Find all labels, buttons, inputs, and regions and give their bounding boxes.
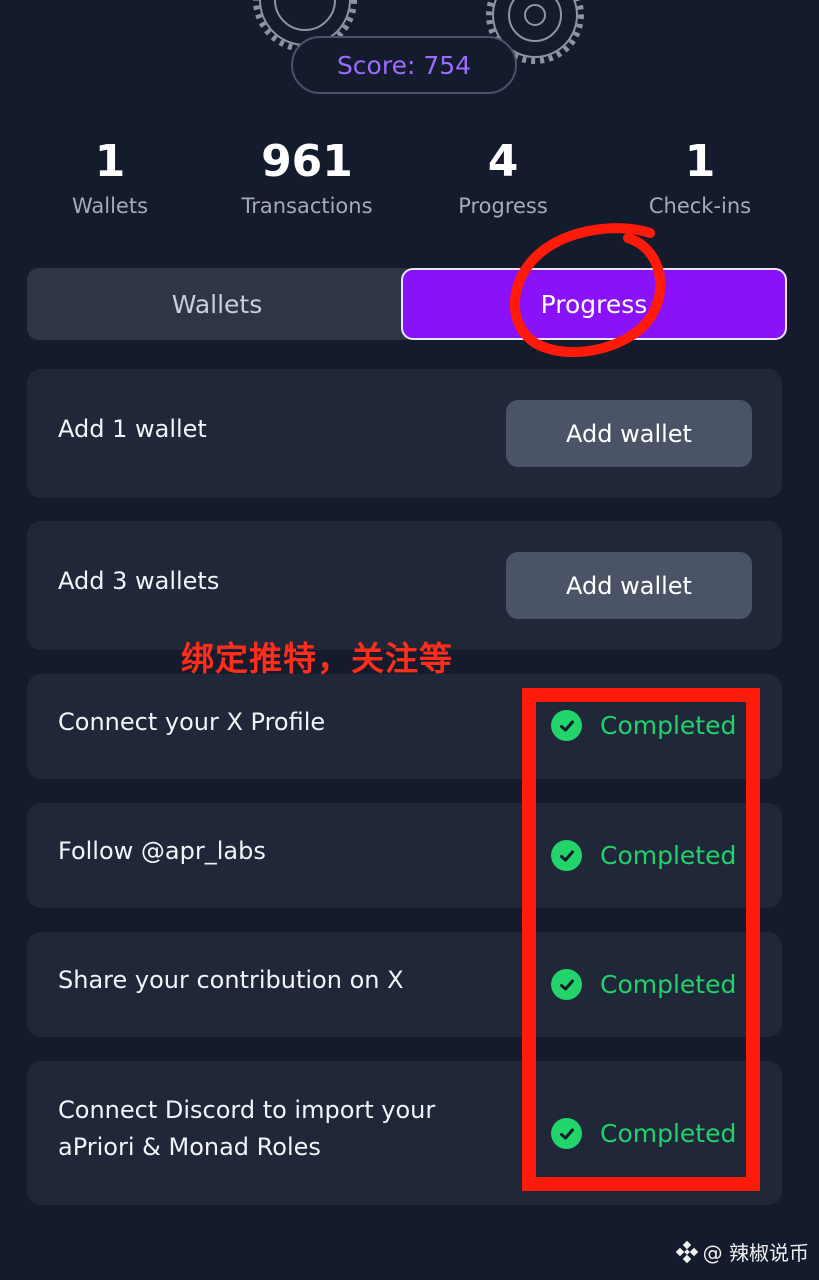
annotation-rectangle [522,688,760,1191]
task-card-add-3-wallets: Add 3 wallets Add wallet [27,521,782,650]
add-wallet-button[interactable]: Add wallet [506,552,752,619]
task-label: Connect Discord to import your aPriori &… [58,1092,435,1166]
stat-wallets: 1 Wallets [10,134,210,218]
tab-wallets[interactable]: Wallets [27,268,407,340]
watermark-text: @ 辣椒说币 [702,1241,809,1265]
task-label: Connect your X Profile [58,708,326,736]
stat-checkins: 1 Check-ins [600,134,800,218]
stat-transactions: 961 Transactions [207,134,407,218]
stat-wallets-label: Wallets [71,194,149,218]
task-label-line2: aPriori & Monad Roles [58,1133,321,1161]
annotation-text: 绑定推特，关注等 [181,639,453,678]
stats-row: 1 Wallets 961 Transactions 4 Progress 1 … [0,134,819,234]
stat-transactions-label: Transactions [241,194,373,218]
score-badge: Score: 754 [291,36,517,94]
task-label-line1: Connect Discord to import your [58,1096,436,1124]
stat-checkins-value: 1 [684,136,716,187]
add-wallet-button[interactable]: Add wallet [506,400,752,467]
stat-wallets-value: 1 [94,136,126,187]
score-label: Score: 754 [336,50,472,80]
binance-logo-icon [675,1240,698,1263]
task-label: Share your contribution on X [58,966,404,994]
watermark: @ 辣椒说币 [675,1237,809,1266]
task-card-add-1-wallet: Add 1 wallet Add wallet [27,369,782,498]
stat-checkins-label: Check-ins [648,194,752,218]
stat-progress: 4 Progress [403,134,603,218]
stat-progress-label: Progress [458,194,548,218]
task-label: Follow @apr_labs [58,837,266,865]
task-label: Add 3 wallets [58,567,220,595]
stat-progress-value: 4 [487,136,519,187]
task-label: Add 1 wallet [58,415,207,443]
annotation-circle [509,223,666,358]
stat-transactions-value: 961 [261,136,353,187]
